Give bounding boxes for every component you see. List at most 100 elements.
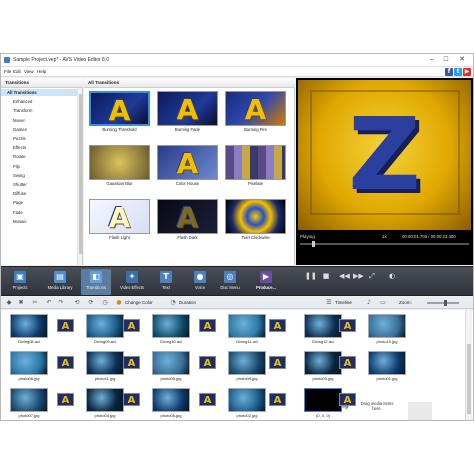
tree-scroll-thumb[interactable] bbox=[79, 94, 82, 254]
transition-marker[interactable]: A bbox=[339, 356, 356, 369]
menu-file[interactable]: File bbox=[4, 69, 11, 74]
tree-item[interactable]: Swing bbox=[1, 172, 77, 179]
pause-icon[interactable]: ❚❚ bbox=[305, 271, 317, 281]
tree-scrollbar[interactable] bbox=[77, 88, 82, 265]
youtube-icon[interactable]: ▶ bbox=[463, 68, 471, 76]
seek-handle[interactable] bbox=[311, 241, 315, 247]
close-button[interactable]: ✕ bbox=[455, 55, 469, 65]
storyboard-clip[interactable]: Diving10.avi bbox=[152, 314, 190, 345]
tree-item[interactable]: Games bbox=[1, 126, 77, 133]
transition-item[interactable]: Twirl Clockwise bbox=[223, 197, 288, 243]
tree-item[interactable]: Effects bbox=[1, 144, 77, 151]
fast-forward-icon[interactable]: ▶▶ bbox=[353, 271, 364, 281]
storyboard-clip[interactable]: photo08.jpg bbox=[10, 351, 48, 382]
minimize-button[interactable]: – bbox=[425, 55, 439, 65]
maximize-button[interactable]: ☐ bbox=[439, 55, 453, 65]
tree-item[interactable]: Rotate bbox=[1, 153, 77, 160]
zoom-slider[interactable] bbox=[427, 300, 459, 306]
change-color-button[interactable]: Change Color bbox=[125, 300, 153, 305]
storyboard-clip[interactable]: photo02.jpg bbox=[228, 388, 266, 419]
fullscreen-icon[interactable]: ⤢ bbox=[367, 271, 377, 281]
tool-voice[interactable]: ● Voice bbox=[185, 269, 215, 295]
transition-marker[interactable]: A bbox=[339, 319, 356, 332]
transition-item[interactable]: Gaussian Blur bbox=[87, 143, 152, 189]
storyboard-clip[interactable]: photo03.jpg bbox=[304, 351, 342, 382]
tool-disc-menu[interactable]: ◎ Disc Menu bbox=[215, 269, 245, 295]
audio-icon[interactable]: ♪ bbox=[365, 299, 373, 307]
stop-icon[interactable]: ■ bbox=[321, 271, 331, 281]
storyboard-scrollbar[interactable] bbox=[465, 310, 472, 420]
storyboard-clip[interactable]: photo01.jpg bbox=[368, 351, 406, 382]
tool-produce[interactable]: ▶ Produce... bbox=[251, 269, 281, 295]
transition-marker[interactable]: A bbox=[269, 393, 286, 406]
zoom-handle[interactable] bbox=[444, 300, 448, 306]
undo-icon[interactable]: ↶ bbox=[45, 299, 53, 307]
tool-transitions[interactable]: ◧ Transitions bbox=[81, 269, 111, 295]
timeline-button[interactable]: Timeline bbox=[335, 300, 352, 305]
transition-item[interactable]: A Color House bbox=[155, 143, 220, 189]
storyboard-clip[interactable]: photo10.jpg bbox=[368, 314, 406, 345]
transition-marker[interactable]: A bbox=[57, 319, 74, 332]
seek-bar[interactable] bbox=[300, 241, 469, 247]
duration-button[interactable]: Duration bbox=[179, 300, 196, 305]
tool-projects[interactable]: ▣ Projects bbox=[5, 269, 35, 295]
transition-marker[interactable]: A bbox=[57, 393, 74, 406]
drop-zone[interactable] bbox=[408, 402, 432, 420]
transition-item[interactable]: Pixelate bbox=[223, 143, 288, 189]
transition-item[interactable]: A Burning Fire bbox=[223, 89, 288, 135]
storyboard-clip[interactable]: Diving08.avi bbox=[10, 314, 48, 345]
transition-marker[interactable]: A bbox=[123, 356, 140, 369]
transition-marker[interactable]: A bbox=[269, 319, 286, 332]
change-color-icon[interactable]: ● bbox=[115, 299, 123, 307]
tree-item[interactable]: Flip bbox=[1, 163, 77, 170]
add-icon[interactable]: ◆ bbox=[5, 299, 13, 307]
rewind-icon[interactable]: ◀◀ bbox=[339, 271, 350, 281]
tree-item[interactable]: Fade bbox=[1, 209, 77, 216]
storyboard-scroll-thumb[interactable] bbox=[467, 344, 471, 414]
tool-media-library[interactable]: ▤ Media Library bbox=[45, 269, 75, 295]
transition-item[interactable]: A Burning Fade bbox=[155, 89, 220, 135]
redo-icon[interactable]: ↷ bbox=[57, 299, 65, 307]
duration-icon[interactable]: ◔ bbox=[169, 299, 177, 307]
speed-icon[interactable]: ◷ bbox=[101, 299, 109, 307]
storyboard-clip[interactable]: photo04.jpg bbox=[86, 388, 124, 419]
transition-marker[interactable]: A bbox=[123, 393, 140, 406]
display-icon[interactable]: ▭ bbox=[379, 299, 387, 307]
tree-item[interactable]: All Transitions bbox=[1, 89, 77, 97]
menu-view[interactable]: View bbox=[24, 69, 34, 74]
tree-item[interactable]: Shutter bbox=[1, 181, 77, 188]
volume-icon[interactable]: ◐ bbox=[387, 271, 397, 281]
tree-item[interactable]: Page bbox=[1, 199, 77, 206]
tree-item[interactable]: Enhanced bbox=[1, 98, 77, 105]
twitter-icon[interactable]: t bbox=[454, 68, 462, 76]
rotate-left-icon[interactable]: ⟲ bbox=[73, 299, 81, 307]
timeline-icon[interactable]: ☰ bbox=[325, 299, 333, 307]
storyboard-clip[interactable]: (0, 0, 0) bbox=[304, 388, 342, 419]
transition-item[interactable]: A Flash Dark bbox=[155, 197, 220, 243]
transition-marker[interactable]: A bbox=[123, 319, 140, 332]
storyboard-clip[interactable]: Diving11.avi bbox=[228, 314, 266, 345]
tree-item[interactable]: Transform bbox=[1, 107, 77, 114]
tree-item[interactable]: Mosaic bbox=[1, 218, 77, 225]
transition-item[interactable]: A Flash Light bbox=[87, 197, 152, 243]
playback-speed[interactable]: 1x bbox=[382, 234, 387, 239]
storyboard-clip[interactable]: photo11.jpg bbox=[86, 351, 124, 382]
storyboard-clip[interactable]: Diving12.avi bbox=[304, 314, 342, 345]
tree-item[interactable]: Puzzle bbox=[1, 135, 77, 142]
menu-help[interactable]: Help bbox=[37, 69, 46, 74]
cut-icon[interactable]: ✂ bbox=[31, 299, 39, 307]
transition-marker[interactable]: A bbox=[199, 393, 216, 406]
delete-icon[interactable]: ✖ bbox=[17, 299, 25, 307]
storyboard-clip[interactable]: photo05.jpg bbox=[152, 351, 190, 382]
storyboard-clip[interactable]: photo09.jpg bbox=[228, 351, 266, 382]
storyboard-clip[interactable]: photo06.jpg bbox=[152, 388, 190, 419]
transition-marker[interactable]: A bbox=[57, 356, 74, 369]
transition-marker[interactable]: A bbox=[269, 356, 286, 369]
storyboard-clip[interactable]: Diving09.avi bbox=[86, 314, 124, 345]
transition-marker[interactable]: A bbox=[199, 319, 216, 332]
transition-marker[interactable]: A bbox=[199, 356, 216, 369]
rotate-right-icon[interactable]: ⟳ bbox=[87, 299, 95, 307]
preview-video[interactable]: Z bbox=[298, 80, 471, 230]
storyboard-clip[interactable]: photo07.jpg bbox=[10, 388, 48, 419]
tree-item[interactable]: Mover bbox=[1, 117, 77, 124]
